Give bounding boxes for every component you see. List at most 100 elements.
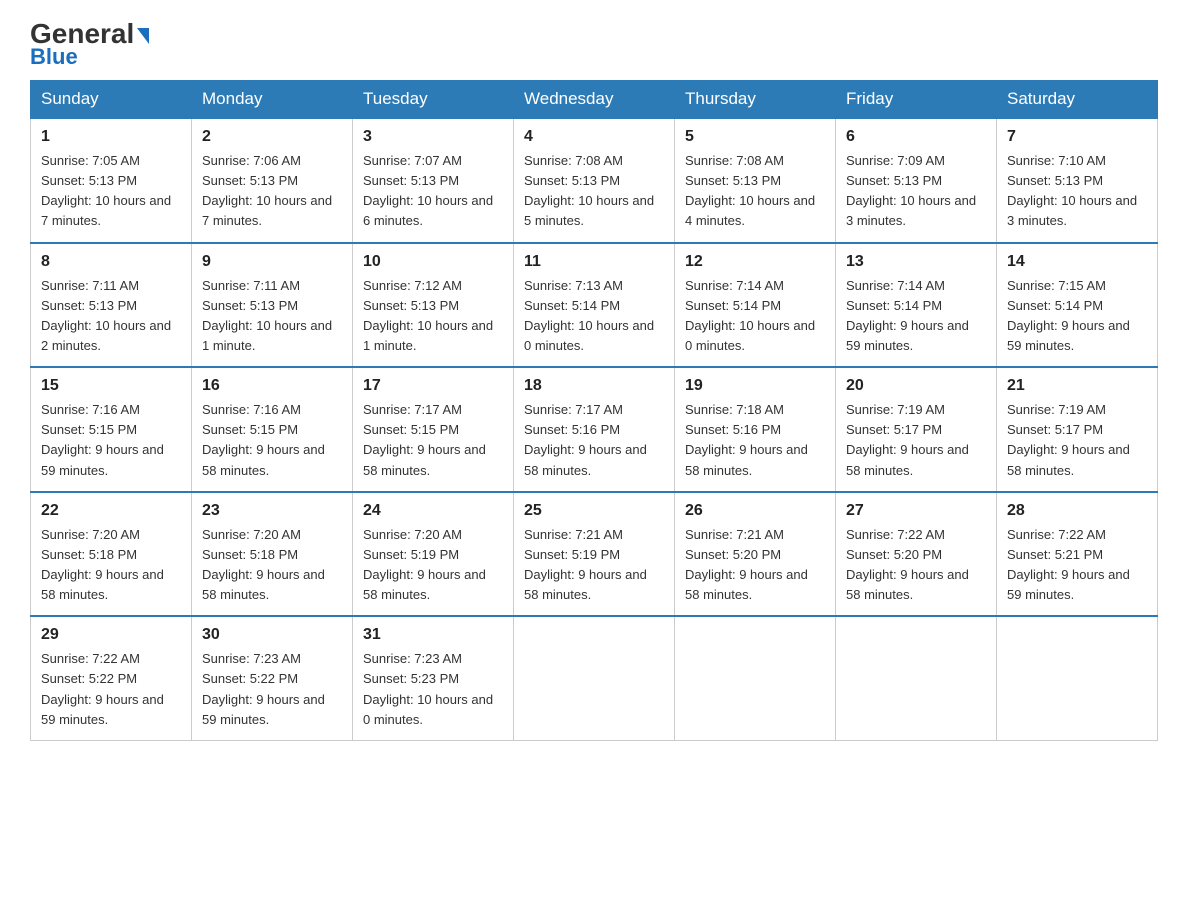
- col-header-monday: Monday: [192, 81, 353, 119]
- calendar-cell: 14 Sunrise: 7:15 AMSunset: 5:14 PMDaylig…: [997, 243, 1158, 368]
- calendar-cell: 3 Sunrise: 7:07 AMSunset: 5:13 PMDayligh…: [353, 118, 514, 243]
- day-number: 20: [846, 374, 986, 398]
- logo: General Blue: [30, 20, 149, 70]
- col-header-thursday: Thursday: [675, 81, 836, 119]
- calendar-cell: 31 Sunrise: 7:23 AMSunset: 5:23 PMDaylig…: [353, 616, 514, 740]
- day-info: Sunrise: 7:10 AMSunset: 5:13 PMDaylight:…: [1007, 151, 1147, 232]
- calendar-cell: 12 Sunrise: 7:14 AMSunset: 5:14 PMDaylig…: [675, 243, 836, 368]
- calendar-cell: 23 Sunrise: 7:20 AMSunset: 5:18 PMDaylig…: [192, 492, 353, 617]
- day-number: 9: [202, 250, 342, 274]
- day-info: Sunrise: 7:05 AMSunset: 5:13 PMDaylight:…: [41, 151, 181, 232]
- day-number: 28: [1007, 499, 1147, 523]
- calendar-week-2: 8 Sunrise: 7:11 AMSunset: 5:13 PMDayligh…: [31, 243, 1158, 368]
- calendar-cell: [675, 616, 836, 740]
- day-number: 1: [41, 125, 181, 149]
- day-info: Sunrise: 7:11 AMSunset: 5:13 PMDaylight:…: [41, 276, 181, 357]
- day-number: 2: [202, 125, 342, 149]
- day-info: Sunrise: 7:23 AMSunset: 5:22 PMDaylight:…: [202, 649, 342, 730]
- day-info: Sunrise: 7:22 AMSunset: 5:21 PMDaylight:…: [1007, 525, 1147, 606]
- calendar-cell: 7 Sunrise: 7:10 AMSunset: 5:13 PMDayligh…: [997, 118, 1158, 243]
- calendar-cell: 4 Sunrise: 7:08 AMSunset: 5:13 PMDayligh…: [514, 118, 675, 243]
- calendar-cell: 5 Sunrise: 7:08 AMSunset: 5:13 PMDayligh…: [675, 118, 836, 243]
- day-number: 14: [1007, 250, 1147, 274]
- day-info: Sunrise: 7:20 AMSunset: 5:19 PMDaylight:…: [363, 525, 503, 606]
- calendar-week-5: 29 Sunrise: 7:22 AMSunset: 5:22 PMDaylig…: [31, 616, 1158, 740]
- day-info: Sunrise: 7:18 AMSunset: 5:16 PMDaylight:…: [685, 400, 825, 481]
- calendar-cell: 13 Sunrise: 7:14 AMSunset: 5:14 PMDaylig…: [836, 243, 997, 368]
- day-info: Sunrise: 7:15 AMSunset: 5:14 PMDaylight:…: [1007, 276, 1147, 357]
- calendar-cell: 2 Sunrise: 7:06 AMSunset: 5:13 PMDayligh…: [192, 118, 353, 243]
- day-number: 21: [1007, 374, 1147, 398]
- day-number: 30: [202, 623, 342, 647]
- col-header-wednesday: Wednesday: [514, 81, 675, 119]
- day-info: Sunrise: 7:23 AMSunset: 5:23 PMDaylight:…: [363, 649, 503, 730]
- calendar-cell: 30 Sunrise: 7:23 AMSunset: 5:22 PMDaylig…: [192, 616, 353, 740]
- day-info: Sunrise: 7:11 AMSunset: 5:13 PMDaylight:…: [202, 276, 342, 357]
- calendar-week-4: 22 Sunrise: 7:20 AMSunset: 5:18 PMDaylig…: [31, 492, 1158, 617]
- day-number: 5: [685, 125, 825, 149]
- day-number: 13: [846, 250, 986, 274]
- calendar-cell: 1 Sunrise: 7:05 AMSunset: 5:13 PMDayligh…: [31, 118, 192, 243]
- day-number: 22: [41, 499, 181, 523]
- day-info: Sunrise: 7:21 AMSunset: 5:20 PMDaylight:…: [685, 525, 825, 606]
- calendar-cell: 19 Sunrise: 7:18 AMSunset: 5:16 PMDaylig…: [675, 367, 836, 492]
- calendar-cell: [514, 616, 675, 740]
- col-header-tuesday: Tuesday: [353, 81, 514, 119]
- day-info: Sunrise: 7:17 AMSunset: 5:16 PMDaylight:…: [524, 400, 664, 481]
- calendar-cell: [997, 616, 1158, 740]
- calendar-cell: 6 Sunrise: 7:09 AMSunset: 5:13 PMDayligh…: [836, 118, 997, 243]
- calendar-week-3: 15 Sunrise: 7:16 AMSunset: 5:15 PMDaylig…: [31, 367, 1158, 492]
- day-info: Sunrise: 7:22 AMSunset: 5:22 PMDaylight:…: [41, 649, 181, 730]
- calendar-cell: 22 Sunrise: 7:20 AMSunset: 5:18 PMDaylig…: [31, 492, 192, 617]
- day-info: Sunrise: 7:21 AMSunset: 5:19 PMDaylight:…: [524, 525, 664, 606]
- day-number: 10: [363, 250, 503, 274]
- calendar-cell: 9 Sunrise: 7:11 AMSunset: 5:13 PMDayligh…: [192, 243, 353, 368]
- col-header-saturday: Saturday: [997, 81, 1158, 119]
- calendar-cell: 26 Sunrise: 7:21 AMSunset: 5:20 PMDaylig…: [675, 492, 836, 617]
- calendar-cell: 25 Sunrise: 7:21 AMSunset: 5:19 PMDaylig…: [514, 492, 675, 617]
- calendar-cell: 24 Sunrise: 7:20 AMSunset: 5:19 PMDaylig…: [353, 492, 514, 617]
- day-number: 17: [363, 374, 503, 398]
- calendar-table: SundayMondayTuesdayWednesdayThursdayFrid…: [30, 80, 1158, 741]
- day-info: Sunrise: 7:19 AMSunset: 5:17 PMDaylight:…: [846, 400, 986, 481]
- day-info: Sunrise: 7:07 AMSunset: 5:13 PMDaylight:…: [363, 151, 503, 232]
- day-number: 29: [41, 623, 181, 647]
- day-info: Sunrise: 7:16 AMSunset: 5:15 PMDaylight:…: [202, 400, 342, 481]
- day-number: 7: [1007, 125, 1147, 149]
- day-info: Sunrise: 7:14 AMSunset: 5:14 PMDaylight:…: [846, 276, 986, 357]
- col-header-friday: Friday: [836, 81, 997, 119]
- day-info: Sunrise: 7:13 AMSunset: 5:14 PMDaylight:…: [524, 276, 664, 357]
- day-info: Sunrise: 7:20 AMSunset: 5:18 PMDaylight:…: [202, 525, 342, 606]
- day-number: 15: [41, 374, 181, 398]
- day-number: 31: [363, 623, 503, 647]
- col-header-sunday: Sunday: [31, 81, 192, 119]
- day-info: Sunrise: 7:19 AMSunset: 5:17 PMDaylight:…: [1007, 400, 1147, 481]
- calendar-cell: 11 Sunrise: 7:13 AMSunset: 5:14 PMDaylig…: [514, 243, 675, 368]
- calendar-cell: 29 Sunrise: 7:22 AMSunset: 5:22 PMDaylig…: [31, 616, 192, 740]
- calendar-header-row: SundayMondayTuesdayWednesdayThursdayFrid…: [31, 81, 1158, 119]
- calendar-cell: 27 Sunrise: 7:22 AMSunset: 5:20 PMDaylig…: [836, 492, 997, 617]
- day-info: Sunrise: 7:08 AMSunset: 5:13 PMDaylight:…: [524, 151, 664, 232]
- day-info: Sunrise: 7:12 AMSunset: 5:13 PMDaylight:…: [363, 276, 503, 357]
- logo-blue-text: Blue: [30, 44, 78, 70]
- calendar-cell: 16 Sunrise: 7:16 AMSunset: 5:15 PMDaylig…: [192, 367, 353, 492]
- calendar-cell: 17 Sunrise: 7:17 AMSunset: 5:15 PMDaylig…: [353, 367, 514, 492]
- day-info: Sunrise: 7:22 AMSunset: 5:20 PMDaylight:…: [846, 525, 986, 606]
- day-number: 16: [202, 374, 342, 398]
- day-info: Sunrise: 7:08 AMSunset: 5:13 PMDaylight:…: [685, 151, 825, 232]
- day-info: Sunrise: 7:20 AMSunset: 5:18 PMDaylight:…: [41, 525, 181, 606]
- calendar-cell: 21 Sunrise: 7:19 AMSunset: 5:17 PMDaylig…: [997, 367, 1158, 492]
- day-info: Sunrise: 7:17 AMSunset: 5:15 PMDaylight:…: [363, 400, 503, 481]
- day-number: 12: [685, 250, 825, 274]
- day-number: 6: [846, 125, 986, 149]
- calendar-cell: 8 Sunrise: 7:11 AMSunset: 5:13 PMDayligh…: [31, 243, 192, 368]
- calendar-week-1: 1 Sunrise: 7:05 AMSunset: 5:13 PMDayligh…: [31, 118, 1158, 243]
- day-number: 4: [524, 125, 664, 149]
- day-number: 18: [524, 374, 664, 398]
- calendar-cell: 15 Sunrise: 7:16 AMSunset: 5:15 PMDaylig…: [31, 367, 192, 492]
- day-number: 19: [685, 374, 825, 398]
- day-info: Sunrise: 7:09 AMSunset: 5:13 PMDaylight:…: [846, 151, 986, 232]
- day-info: Sunrise: 7:06 AMSunset: 5:13 PMDaylight:…: [202, 151, 342, 232]
- day-number: 23: [202, 499, 342, 523]
- day-number: 3: [363, 125, 503, 149]
